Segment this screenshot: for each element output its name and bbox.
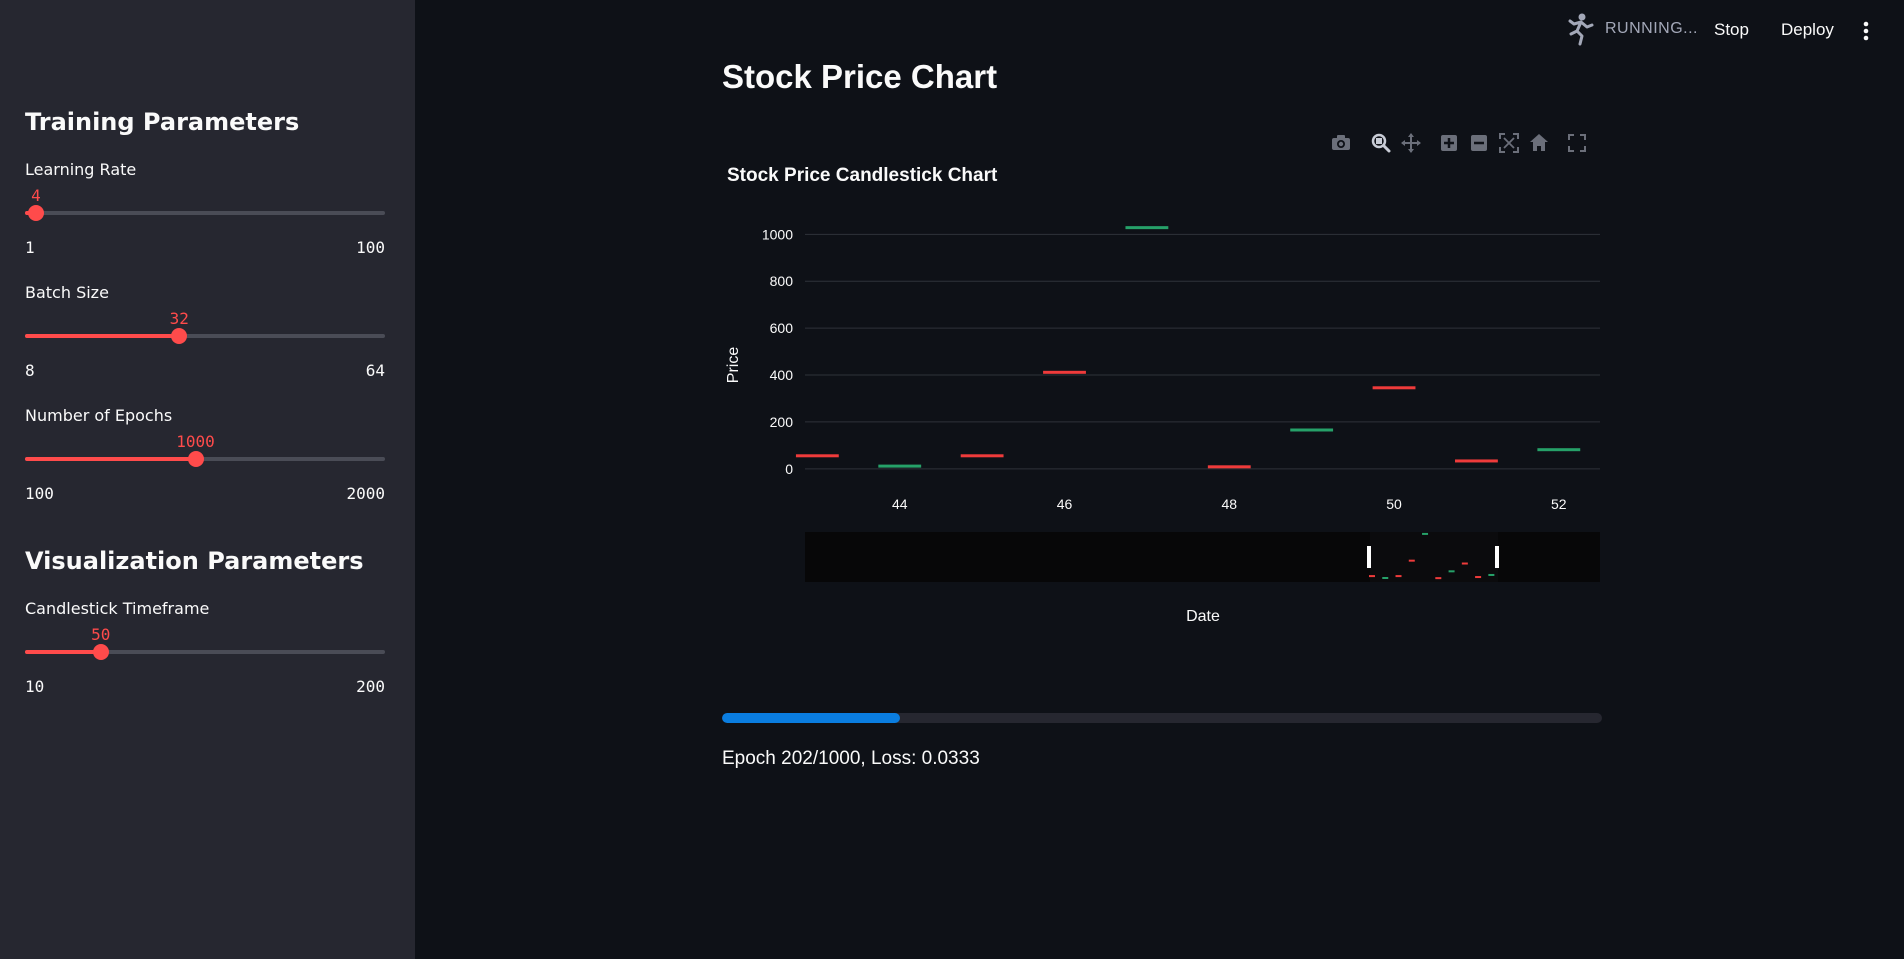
stop-button[interactable]: Stop	[1714, 20, 1749, 40]
learning-rate-value: 4	[31, 186, 41, 205]
y-axis-label: Price	[725, 347, 742, 384]
batch-size-thumb[interactable]	[171, 328, 188, 344]
page-title: Stock Price Chart	[722, 58, 998, 95]
range-candle	[1488, 573, 1495, 576]
visualization-parameters-heading: Visualization Parameters	[25, 547, 364, 575]
batch-size-track[interactable]	[25, 328, 385, 344]
x-tick-label: 48	[1221, 496, 1237, 512]
range-candle	[1368, 575, 1375, 578]
y-tick-label: 400	[770, 367, 794, 383]
range-candle	[1448, 570, 1455, 573]
kebab-menu-icon[interactable]	[1860, 20, 1872, 42]
reset-axes-icon[interactable]	[1528, 132, 1550, 154]
candle	[878, 464, 922, 468]
range-candle	[1408, 559, 1415, 562]
candlestick-timeframe-fill	[25, 650, 101, 654]
batch-size-max: 64	[365, 361, 385, 380]
range-candle	[1461, 562, 1468, 565]
x-axis-label: Date	[1186, 608, 1220, 625]
learning-rate-min: 1	[25, 238, 35, 257]
training-progress-fill	[722, 713, 900, 723]
learning-rate-thumb[interactable]	[27, 205, 44, 221]
camera-icon[interactable]	[1330, 132, 1352, 154]
candle	[795, 454, 839, 458]
range-handle-right[interactable]	[1495, 546, 1499, 568]
candle	[1455, 459, 1498, 463]
sidebar: Training Parameters Learning Rate 4 1 10…	[0, 0, 415, 959]
learning-rate-max: 100	[356, 238, 385, 257]
zoom-in-icon[interactable]	[1438, 132, 1460, 154]
running-person-icon	[1568, 13, 1594, 46]
epochs-min: 100	[25, 484, 54, 503]
batch-size-fill	[25, 334, 180, 338]
range-slider[interactable]	[805, 532, 1600, 582]
zoom-out-icon[interactable]	[1468, 132, 1490, 154]
epochs-slider[interactable]: Number of Epochs 1000 100 2000	[25, 406, 385, 516]
pan-icon[interactable]	[1400, 132, 1422, 154]
candlestick-chart[interactable]: 0 200 400 600 800 1000 44 46 48 50 52 Price Date	[720, 200, 1620, 640]
epochs-track[interactable]	[25, 451, 385, 467]
app-status: RUNNING...	[1565, 12, 1698, 46]
y-tick-labels: 0 200 400 600 800 1000	[762, 226, 793, 476]
training-parameters-heading: Training Parameters	[25, 108, 300, 136]
epochs-fill	[25, 457, 196, 461]
batch-size-min: 8	[25, 361, 35, 380]
learning-rate-label: Learning Rate	[25, 160, 137, 179]
y-tick-label: 600	[770, 320, 794, 336]
candlestick-timeframe-min: 10	[25, 677, 45, 696]
candlestick-timeframe-thumb[interactable]	[92, 644, 109, 660]
candle	[1043, 370, 1086, 374]
learning-rate-slider[interactable]: Learning Rate 4 1 100	[25, 160, 385, 270]
training-progress-bar	[722, 713, 1602, 723]
candles	[795, 226, 1581, 469]
range-handle-left[interactable]	[1367, 546, 1371, 568]
x-tick-label: 44	[892, 496, 908, 512]
fullscreen-icon[interactable]	[1566, 132, 1588, 154]
epochs-max: 2000	[346, 484, 385, 503]
status-text: RUNNING...	[1605, 20, 1698, 37]
candle	[1290, 428, 1334, 432]
zoom-icon[interactable]	[1370, 132, 1392, 154]
candle	[960, 454, 1004, 458]
candlestick-timeframe-max: 200	[356, 677, 385, 696]
x-tick-label: 50	[1386, 496, 1402, 512]
candlestick-timeframe-track[interactable]	[25, 644, 385, 660]
chart-gridlines	[805, 233, 1600, 470]
epochs-label: Number of Epochs	[25, 406, 173, 425]
learning-rate-track[interactable]	[25, 205, 385, 221]
candlestick-timeframe-value: 50	[91, 625, 111, 644]
y-tick-label: 1000	[762, 226, 793, 242]
candle	[1207, 465, 1251, 469]
range-candle	[1395, 575, 1402, 578]
autoscale-icon[interactable]	[1498, 132, 1520, 154]
deploy-button[interactable]: Deploy	[1781, 20, 1834, 40]
range-candle	[1475, 576, 1482, 579]
x-tick-label: 46	[1057, 496, 1073, 512]
batch-size-slider[interactable]: Batch Size 32 8 64	[25, 283, 385, 393]
x-tick-label: 52	[1551, 496, 1567, 512]
candlestick-timeframe-slider[interactable]: Candlestick Timeframe 50 10 200	[25, 599, 385, 709]
range-mask-left	[805, 532, 1370, 582]
x-tick-labels: 44 46 48 50 52	[892, 496, 1567, 512]
chart-title: Stock Price Candlestick Chart	[727, 165, 998, 186]
range-candle	[1435, 577, 1442, 580]
candle	[1372, 386, 1416, 390]
candle	[1125, 226, 1169, 230]
batch-size-value: 32	[169, 309, 189, 328]
y-tick-label: 0	[785, 461, 793, 477]
range-candle	[1382, 577, 1389, 580]
y-tick-label: 200	[770, 414, 794, 430]
y-tick-label: 800	[770, 273, 794, 289]
batch-size-label: Batch Size	[25, 283, 109, 302]
epochs-value: 1000	[176, 432, 215, 451]
candle	[1537, 448, 1581, 452]
range-mask-right	[1498, 532, 1600, 582]
candlestick-timeframe-label: Candlestick Timeframe	[25, 599, 210, 618]
range-candle	[1422, 532, 1429, 535]
training-progress-text: Epoch 202/1000, Loss: 0.0333	[722, 748, 980, 769]
chart-modebar	[1330, 132, 1590, 156]
epochs-thumb[interactable]	[187, 451, 204, 467]
